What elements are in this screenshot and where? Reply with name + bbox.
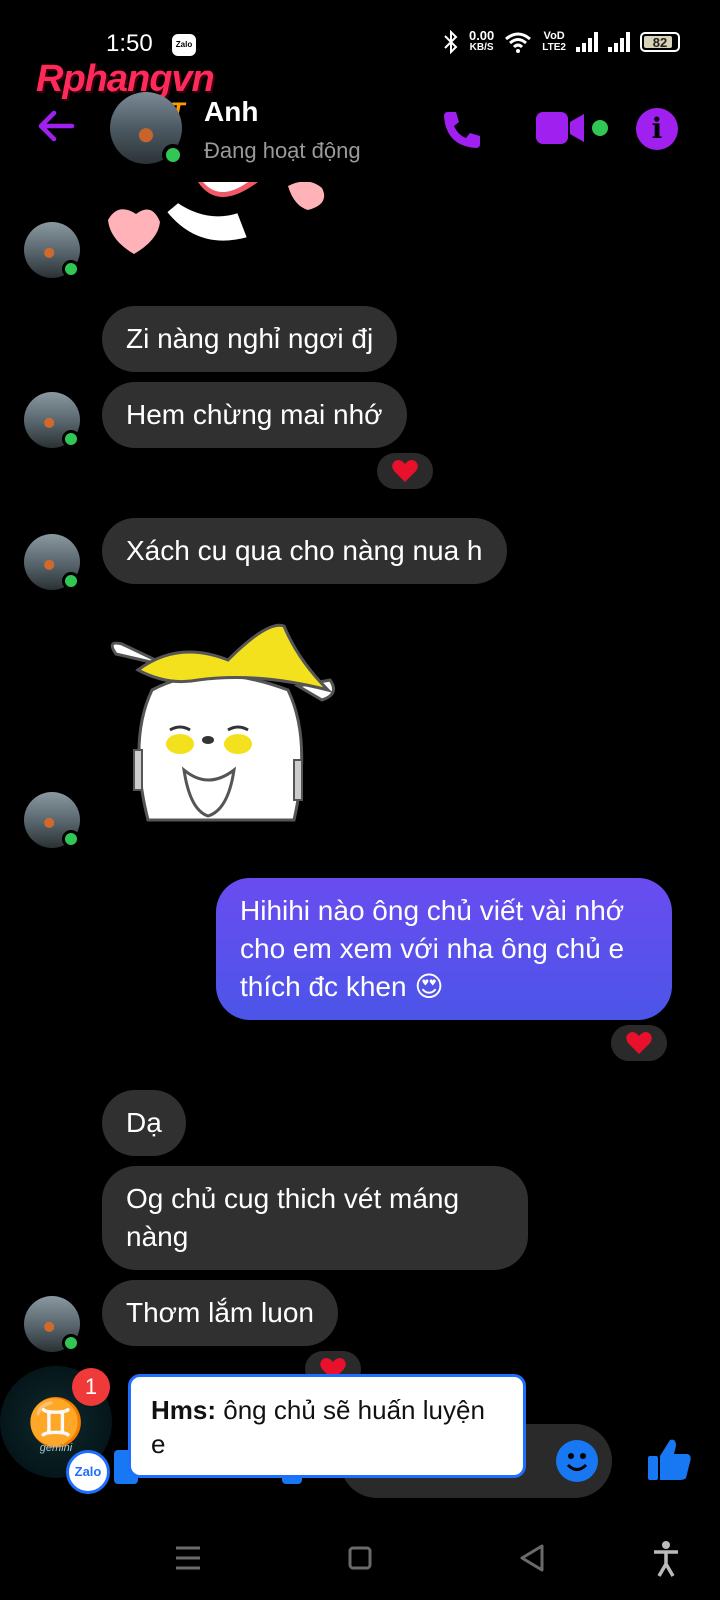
back-arrow-icon[interactable] [36, 106, 76, 146]
online-indicator [62, 260, 80, 278]
system-nav-bar [0, 1520, 720, 1600]
heart-icon [392, 460, 418, 482]
message-reaction[interactable] [608, 1022, 670, 1064]
contact-name[interactable]: Anh [204, 96, 258, 128]
emoji-icon[interactable] [556, 1440, 598, 1482]
bluetooth-icon [444, 30, 458, 54]
zalo-app-icon: Zalo [66, 1450, 110, 1494]
thumbs-up-icon[interactable] [646, 1436, 692, 1482]
message-bubble-received[interactable]: Og chủ cug thich vét máng nàng [102, 1166, 528, 1270]
wifi-icon [505, 32, 532, 53]
home-icon[interactable] [340, 1538, 380, 1578]
message-bubble-sent[interactable]: Hihihi nào ông chủ viết vài nhớ cho em x… [216, 878, 672, 1020]
online-indicator [62, 430, 80, 448]
watermark-logo: Rphangvn [36, 58, 215, 100]
message-bubble-received[interactable]: Zi nàng nghỉ ngơi đj [102, 306, 398, 372]
signal-sim1-icon [576, 32, 598, 52]
zalo-notification-icon: Zalo [172, 34, 196, 56]
zalo-message-preview[interactable]: Hms: ông chủ sẽ huấn luyện e [128, 1374, 526, 1478]
status-icons: 0.00 KB/S VoD LTE2 82 [443, 28, 680, 54]
message-bubble-received[interactable]: Hem chừng mai nhớ [102, 382, 407, 448]
net-speed: 0.00 KB/S [468, 28, 495, 53]
sticker-banana-hat-character[interactable] [108, 620, 338, 840]
online-indicator [62, 1334, 80, 1352]
sticker-hearts[interactable] [108, 182, 338, 262]
battery-level: 82 [652, 34, 668, 50]
phone-icon[interactable] [440, 108, 484, 152]
online-indicator [62, 830, 80, 848]
contact-status: Đang hoạt động [204, 138, 361, 163]
online-indicator [62, 572, 80, 590]
battery-icon: 82 [640, 32, 680, 52]
signal-sim2-icon [608, 32, 630, 52]
menu-icon[interactable] [168, 1538, 208, 1578]
info-icon[interactable]: i [636, 108, 678, 150]
message-reaction[interactable] [374, 450, 436, 492]
online-indicator [162, 144, 184, 166]
video-camera-icon[interactable] [536, 110, 586, 146]
message-bubble-received[interactable]: Xách cu qua cho nàng nua h [102, 518, 507, 584]
notification-sender: Hms: [151, 1395, 217, 1425]
unread-badge: 1 [72, 1368, 110, 1406]
message-bubble-received[interactable]: Dạ [102, 1090, 186, 1156]
heart-icon [626, 1032, 652, 1054]
accessibility-icon[interactable] [646, 1538, 686, 1578]
message-bubble-received[interactable]: Thơm lắm luon [102, 1280, 338, 1346]
status-time: 1:50 [106, 30, 153, 57]
back-icon[interactable] [512, 1538, 552, 1578]
video-active-dot [592, 120, 608, 136]
volte-indicator: VoD LTE2 [542, 30, 566, 53]
